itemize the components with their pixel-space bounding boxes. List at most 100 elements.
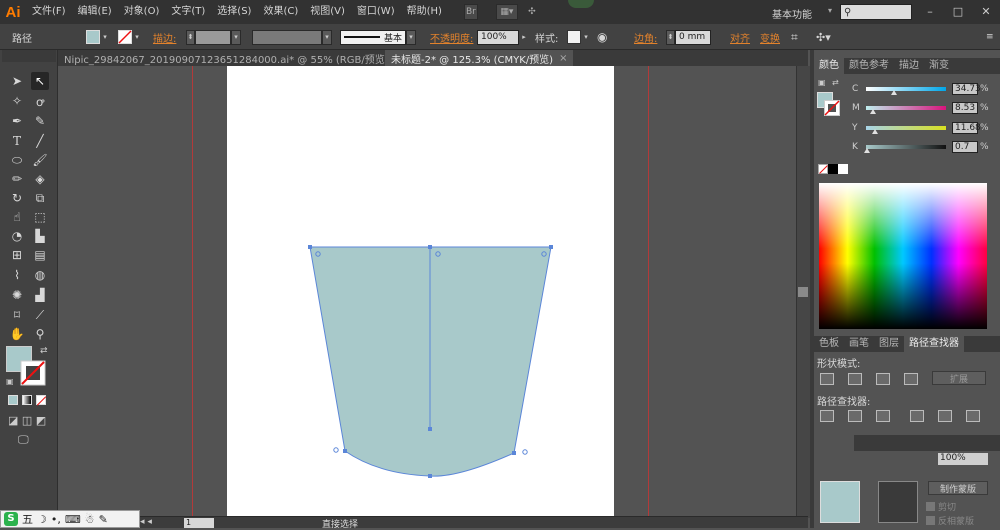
menu-file[interactable]: 文件(F): [26, 0, 72, 24]
cyan-track[interactable]: [866, 87, 946, 95]
draw-mode-icon[interactable]: ◪ ◫ ◩: [8, 414, 46, 427]
ime-mode-label[interactable]: 五: [22, 511, 33, 527]
hand-icon[interactable]: ✋: [8, 325, 26, 343]
tab-layers[interactable]: 图层: [874, 336, 904, 352]
swap-fill-stroke-icon[interactable]: ⇄: [40, 346, 48, 356]
direct-selection-icon[interactable]: ↖: [31, 72, 49, 90]
wrench-icon[interactable]: ✎: [99, 513, 108, 526]
default-colors-icon[interactable]: ▣: [818, 78, 826, 87]
chevron-down-icon[interactable]: ▾: [828, 6, 832, 15]
eraser-icon[interactable]: ◈: [31, 170, 49, 188]
magic-wand-icon[interactable]: ✧: [8, 92, 26, 110]
scale-icon[interactable]: ⧉: [31, 189, 49, 207]
corner-radius-field[interactable]: ⬍ 0 mm: [666, 29, 711, 45]
puppet-warp-icon[interactable]: ✣▾: [816, 29, 831, 45]
symbol-sprayer-icon[interactable]: ✺: [8, 286, 26, 304]
intersect-icon[interactable]: [876, 373, 890, 385]
isolate-icon[interactable]: ⌗: [791, 29, 798, 45]
align-label[interactable]: 对齐: [730, 29, 750, 45]
slice-icon[interactable]: ⟋: [31, 306, 49, 324]
color-spectrum[interactable]: [819, 183, 987, 329]
tab-color[interactable]: 颜色: [814, 58, 844, 74]
skin-icon[interactable]: ☃: [85, 513, 95, 526]
tab-color-guide[interactable]: 颜色参考: [844, 58, 894, 74]
none-mode-icon[interactable]: [36, 395, 47, 406]
brush-definition[interactable]: 基本 ▾: [340, 29, 416, 45]
black-value[interactable]: 0.7: [952, 141, 978, 153]
menu-view[interactable]: 视图(V): [304, 0, 351, 24]
artboard-number-field[interactable]: 1: [184, 518, 214, 528]
recolor-icon[interactable]: ◉: [597, 29, 607, 45]
white-swatch[interactable]: [838, 164, 848, 174]
free-transform-icon[interactable]: ⬚: [31, 208, 49, 226]
opacity-label[interactable]: 不透明度:: [430, 29, 473, 45]
menu-help[interactable]: 帮助(H): [401, 0, 448, 24]
yellow-thumb[interactable]: [872, 129, 879, 134]
corner-label[interactable]: 边角:: [634, 29, 657, 45]
none-swatch[interactable]: [818, 164, 828, 174]
artboard-icon[interactable]: ⌑: [8, 306, 26, 324]
type-icon[interactable]: T: [8, 132, 26, 150]
keyboard-icon[interactable]: ⌨: [65, 513, 81, 526]
zoom-icon[interactable]: ⚲: [31, 325, 49, 343]
yellow-track[interactable]: [866, 126, 946, 134]
workspace-switcher[interactable]: 基本功能: [772, 6, 812, 21]
lasso-icon[interactable]: ꝍ: [31, 92, 49, 110]
tab-pathfinder[interactable]: 路径查找器: [904, 336, 964, 352]
canvas[interactable]: [58, 66, 796, 518]
scrollbar-thumb[interactable]: [798, 287, 808, 297]
screen-mode-icon[interactable]: 🖵: [18, 433, 29, 447]
opacity-field[interactable]: 100% ▸: [477, 29, 529, 45]
mask-thumbnail[interactable]: [878, 481, 918, 523]
exclude-icon[interactable]: [904, 373, 918, 385]
expand-button[interactable]: 扩展: [932, 371, 986, 385]
ime-toolbar[interactable]: S 五 ☽ •, ⌨ ☃ ✎: [0, 510, 140, 528]
menu-object[interactable]: 对象(O): [118, 0, 166, 24]
default-colors-icon[interactable]: ▣: [6, 377, 14, 386]
cup-shape[interactable]: [58, 66, 796, 518]
tab-document-2[interactable]: 未标题-2* @ 125.3% (CMYK/预览) ×: [385, 50, 574, 66]
cyan-thumb[interactable]: [891, 90, 897, 95]
magenta-thumb[interactable]: [869, 109, 876, 114]
tab-swatches[interactable]: 色板: [814, 336, 844, 352]
outline-icon[interactable]: [938, 410, 952, 422]
tools-panel-header[interactable]: [2, 50, 56, 62]
gpu-icon[interactable]: ✣: [524, 4, 540, 20]
pencil-icon[interactable]: ✏: [8, 170, 26, 188]
panel-stroke-swatch[interactable]: [824, 100, 840, 116]
yellow-value[interactable]: 11.68: [952, 122, 981, 134]
close-icon[interactable]: ×: [559, 53, 567, 64]
graphic-style-swatch[interactable]: ▾: [567, 29, 591, 45]
artboard-nav-prev-icon[interactable]: ◂ ◂: [140, 517, 152, 527]
minus-back-icon[interactable]: [966, 410, 980, 422]
black-track[interactable]: [863, 145, 946, 153]
menu-effect[interactable]: 效果(C): [257, 0, 304, 24]
cyan-slider[interactable]: C 34.73 %: [852, 83, 989, 95]
ime-logo-icon[interactable]: S: [4, 512, 18, 526]
color-mode-icon[interactable]: [8, 395, 18, 405]
variable-width-profile[interactable]: ▾: [252, 29, 332, 45]
paintbrush-icon[interactable]: 🖌︎: [31, 151, 49, 169]
minus-front-icon[interactable]: [848, 373, 862, 385]
transparency-opacity-field[interactable]: 100%: [938, 453, 988, 465]
rotate-icon[interactable]: ↻: [8, 189, 26, 207]
menu-window[interactable]: 窗口(W): [351, 0, 401, 24]
curvature-icon[interactable]: ✎: [31, 112, 49, 130]
blend-icon[interactable]: ◍: [31, 266, 49, 284]
moon-icon[interactable]: ☽: [37, 513, 47, 526]
swap-fill-stroke-icon[interactable]: ⇄: [832, 78, 839, 87]
black-thumb[interactable]: [863, 148, 870, 153]
eyedropper-icon[interactable]: ⌇: [8, 266, 26, 284]
trim-icon[interactable]: [848, 410, 862, 422]
merge-icon[interactable]: [876, 410, 890, 422]
tab-gradient[interactable]: 渐变: [924, 58, 954, 74]
black-swatch[interactable]: [828, 164, 838, 174]
make-mask-button[interactable]: 制作蒙版: [928, 481, 988, 495]
tab-stroke[interactable]: 描边: [894, 58, 924, 74]
divide-icon[interactable]: [820, 410, 834, 422]
menu-edit[interactable]: 编辑(E): [72, 0, 118, 24]
ellipse-icon[interactable]: ⬭: [8, 151, 26, 169]
stroke-weight-field[interactable]: ⬍ ▾: [186, 29, 241, 45]
gradient-mode-icon[interactable]: [22, 395, 32, 405]
magenta-value[interactable]: 8.53: [952, 102, 978, 114]
